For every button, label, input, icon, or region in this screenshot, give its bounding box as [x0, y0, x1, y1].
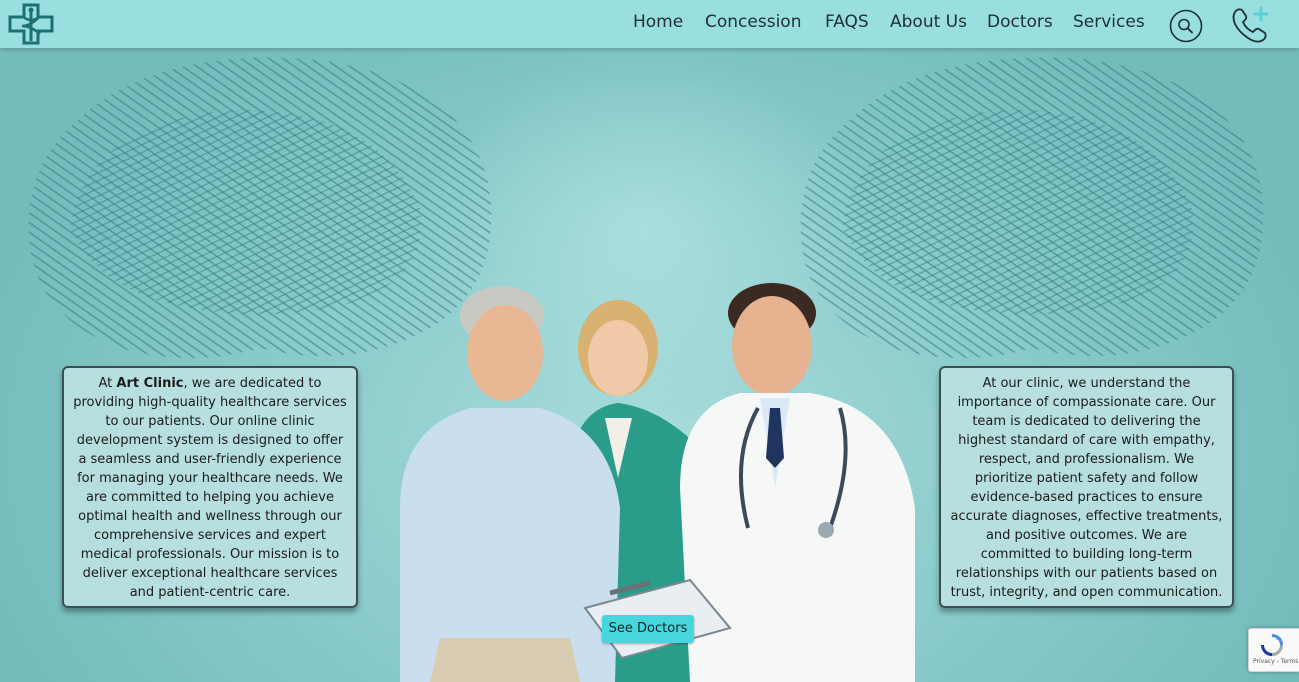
compassionate-care-card: At our clinic, we understand the importa…	[939, 366, 1234, 608]
phone-plus-icon[interactable]	[1229, 4, 1273, 44]
search-icon[interactable]	[1169, 9, 1203, 43]
recaptcha-links[interactable]: Privacy - Terms	[1253, 658, 1298, 665]
nav-doctors[interactable]: Doctors	[987, 12, 1053, 32]
recaptcha-badge[interactable]: Privacy - Terms	[1248, 628, 1299, 672]
medical-cross-logo-icon[interactable]	[8, 3, 54, 45]
recaptcha-icon	[1260, 633, 1284, 657]
nav-faqs[interactable]: FAQS	[825, 12, 869, 32]
about-clinic-card: At Art Clinic, we are dedicated to provi…	[62, 366, 358, 608]
navbar: Home Concession FAQS About Us Doctors Se…	[0, 0, 1299, 48]
card-right-text: At our clinic, we understand the importa…	[950, 376, 1223, 600]
hero-section: At Art Clinic, we are dedicated to provi…	[0, 48, 1299, 682]
card-left-text: , we are dedicated to providing high-qua…	[73, 376, 347, 600]
nav-home[interactable]: Home	[633, 12, 683, 32]
clinic-name: Art Clinic	[116, 376, 184, 391]
nav-concession[interactable]: Concession	[705, 12, 801, 32]
nav-services[interactable]: Services	[1073, 12, 1145, 32]
see-doctors-button[interactable]: See Doctors	[602, 615, 694, 643]
nav-about-us[interactable]: About Us	[890, 12, 967, 32]
card-left-prefix: At	[98, 376, 117, 391]
